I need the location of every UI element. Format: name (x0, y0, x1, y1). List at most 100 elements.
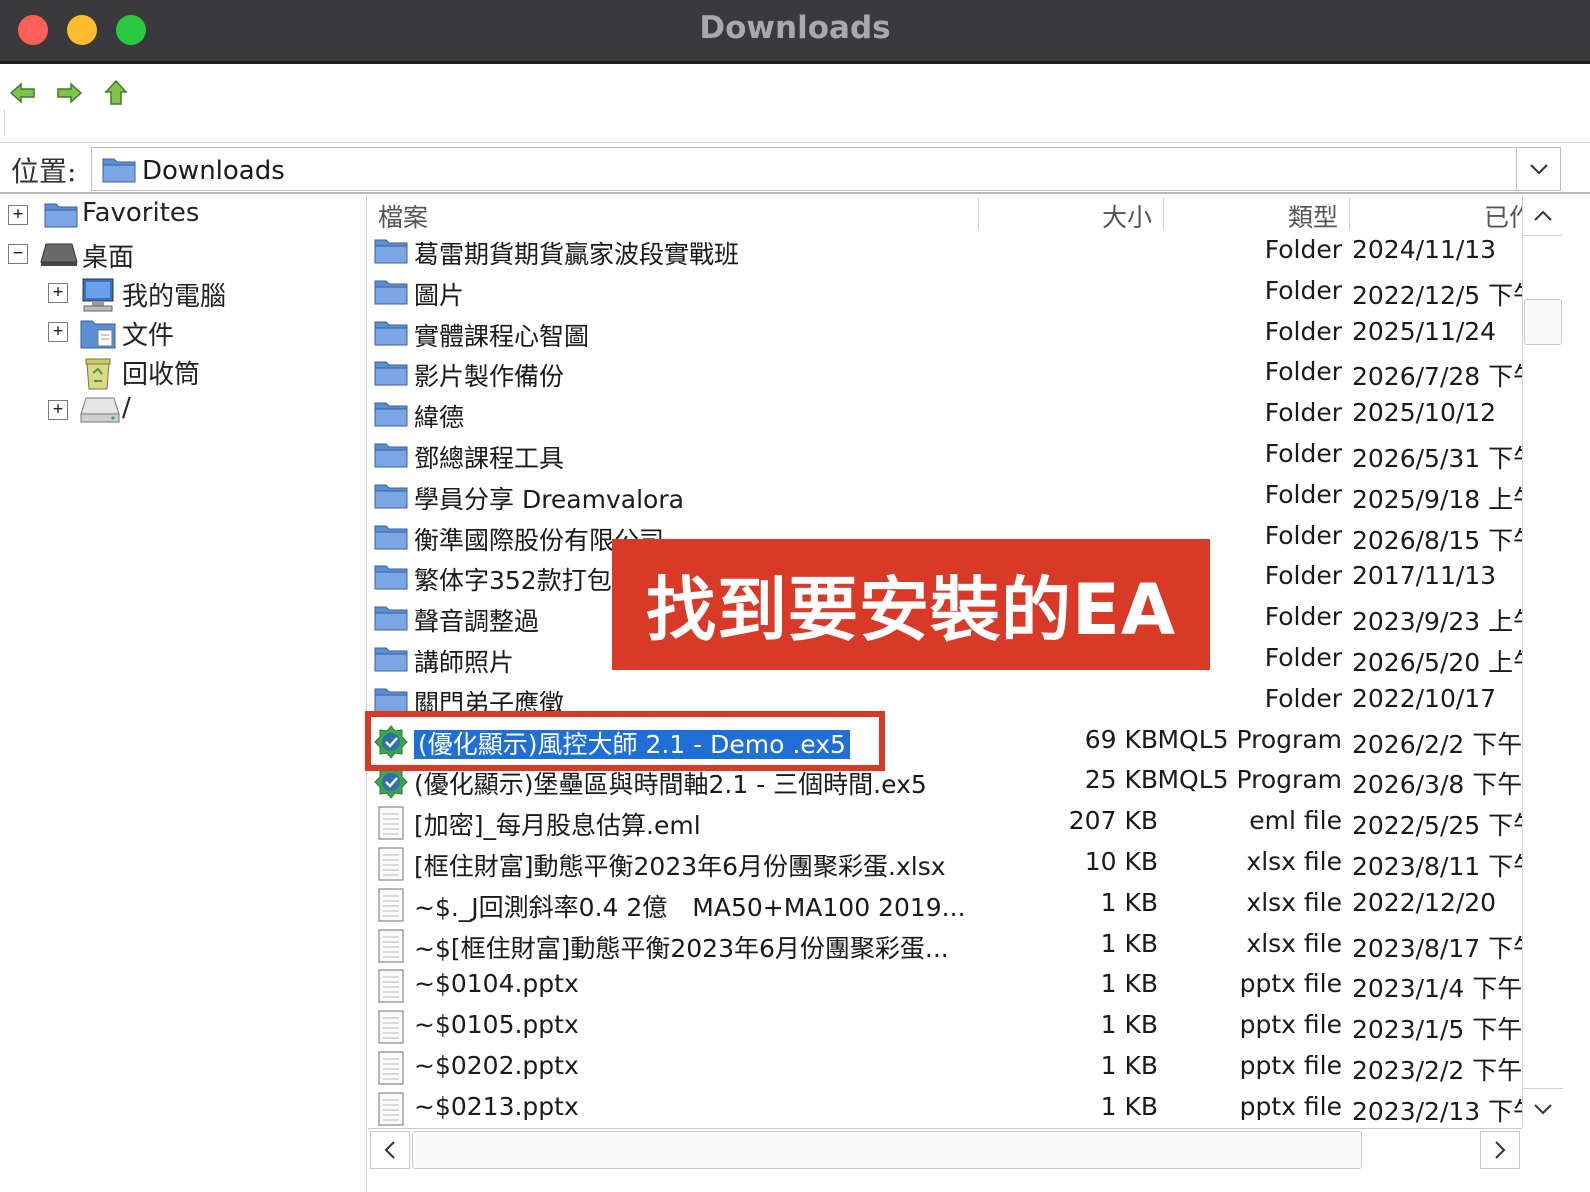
file-type: Folder (1264, 561, 1342, 591)
location-dropdown-button[interactable] (1516, 148, 1560, 190)
collapse-toggle[interactable]: − (8, 244, 28, 264)
tree-item-my-computer[interactable]: + 我的電腦 (0, 276, 367, 312)
horizontal-scroll-thumb[interactable] (412, 1131, 1362, 1169)
column-header-type[interactable]: 類型 (1288, 196, 1338, 232)
scroll-left-button[interactable] (370, 1131, 410, 1169)
toolbar (0, 66, 1590, 140)
chevron-down-icon (1534, 1103, 1552, 1114)
file-row[interactable]: 圖片 Folder 2022/12/5 下午 (368, 273, 1560, 314)
forward-button[interactable] (52, 76, 86, 110)
file-row[interactable]: ~$0202.pptx 1 KB pptx file 2023/2/2 下午 (368, 1048, 1560, 1089)
file-row[interactable]: [加密]_每月股息估算.eml 207 KB eml file 2022/5/25 下… (368, 803, 1560, 844)
file-type: eml file (1249, 806, 1342, 836)
chevron-down-icon (1529, 164, 1548, 175)
column-separator[interactable] (1349, 198, 1350, 230)
scroll-right-button[interactable] (1480, 1131, 1520, 1169)
file-row[interactable]: ~$0213.pptx 1 KB pptx file 2023/2/13 下午 (368, 1089, 1560, 1128)
annotation-banner: 找到要安裝的EA (612, 539, 1210, 670)
file-row[interactable]: 學員分享 Dreamvalora Folder 2025/9/18 上午 (368, 477, 1560, 518)
file-type: Folder (1264, 235, 1342, 264)
location-combobox[interactable]: Downloads (91, 147, 1561, 191)
file-row[interactable]: ~$0105.pptx 1 KB pptx file 2023/1/5 下午 (368, 1007, 1560, 1048)
folder-icon (374, 361, 408, 386)
tree-item-root[interactable]: + / (0, 393, 367, 429)
tree-item-label: Favorites (82, 198, 200, 228)
location-bar: 位置: Downloads (0, 142, 1590, 194)
scroll-up-button[interactable] (1523, 196, 1563, 236)
document-icon (378, 1051, 404, 1085)
file-name: 講師照片 (414, 643, 514, 679)
arrow-left-icon (9, 82, 35, 104)
file-row[interactable]: 影片製作備份 Folder 2026/7/28 下午 (368, 354, 1560, 395)
file-date: 2025/9/18 上午 (1352, 484, 1539, 514)
up-button[interactable] (99, 76, 133, 110)
expand-toggle[interactable]: + (8, 205, 28, 225)
file-icon-cell (374, 1092, 408, 1126)
tree-item-favorites[interactable]: + Favorites (0, 198, 367, 234)
file-name-text: ~$[框住財富]動態平衡2023年6月份團聚彩蛋... (414, 933, 949, 963)
document-icon (378, 928, 404, 963)
folder-icon (374, 606, 408, 631)
file-name-text: ~$0213.pptx (414, 1091, 579, 1121)
tree-item-desktop[interactable]: − 桌面 (0, 237, 367, 273)
vertical-scroll-thumb[interactable] (1524, 299, 1562, 345)
column-separator[interactable] (1163, 198, 1164, 230)
folder-icon (374, 239, 408, 264)
vertical-scrollbar[interactable] (1522, 196, 1563, 1128)
file-date: 2026/5/20 上午 (1352, 648, 1539, 677)
horizontal-scrollbar[interactable] (368, 1128, 1522, 1172)
file-row[interactable]: 實體課程心智圖 Folder 2025/11/24 (368, 314, 1560, 355)
file-row[interactable]: ~$0104.pptx 1 KB pptx file 2023/1/4 下午 (368, 966, 1560, 1007)
file-icon-cell (374, 1010, 408, 1044)
file-type: Folder (1264, 520, 1342, 550)
file-row[interactable]: 鄧總課程工具 Folder 2026/5/31 下午 (368, 436, 1560, 477)
file-name-text: ~$0202.pptx (414, 1051, 579, 1080)
file-name: ~$0105.pptx (414, 1010, 579, 1039)
file-row[interactable]: ~$[框住財富]動態平衡2023年6月份團聚彩蛋... 1 KB xlsx file… (368, 926, 1560, 967)
file-name: 鄧總課程工具 (414, 439, 564, 475)
column-header-name[interactable]: 檔案 (378, 196, 428, 232)
folder-icon (374, 525, 408, 550)
file-name: 聲音調整過 (414, 602, 539, 638)
file-type: pptx file (1239, 969, 1342, 999)
file-date: 2026/7/28 下午 (1352, 362, 1539, 392)
folder-icon (374, 402, 408, 427)
file-size: 25 KB (1084, 765, 1158, 795)
column-header-size[interactable]: 大小 (1102, 196, 1152, 232)
file-type: Folder (1264, 398, 1342, 428)
file-type: pptx file (1239, 1010, 1342, 1040)
file-size: 10 KB (1084, 847, 1158, 876)
expand-toggle[interactable]: + (48, 400, 68, 420)
scroll-down-button[interactable] (1523, 1088, 1563, 1128)
file-name: 影片製作備份 (414, 357, 564, 393)
file-row[interactable]: ~$._J回測斜率0.4 2億 MA50+MA100 2019... 1 KB xl… (368, 885, 1560, 926)
file-date: 2026/8/15 下午 (1352, 525, 1539, 555)
file-name-text: 鄧總課程工具 (414, 444, 565, 473)
folder-icon (102, 158, 136, 183)
file-icon-cell (374, 357, 408, 391)
file-name: ~$0202.pptx (414, 1051, 579, 1080)
folder-tree: + Favorites − 桌面 + 我的電腦 + 文件 回收筒 + / (0, 196, 367, 1192)
file-row[interactable]: [框住財富]動態平衡2023年6月份團聚彩蛋.xlsx 10 KB xlsx fil… (368, 844, 1560, 885)
file-type: xlsx file (1246, 887, 1342, 917)
file-type: Folder (1264, 479, 1342, 509)
file-size: 1 KB (1100, 969, 1158, 999)
folder-icon (374, 647, 408, 672)
tree-item-recycle-bin[interactable]: 回收筒 (0, 354, 367, 390)
file-date: 2026/2/2 下午 (1352, 729, 1523, 759)
file-type: Folder (1264, 357, 1342, 387)
tree-item-documents[interactable]: + 文件 (0, 315, 367, 351)
file-name: 圖片 (414, 276, 464, 312)
file-name-text: ~$0104.pptx (414, 969, 579, 999)
chevron-left-icon (384, 1141, 395, 1159)
column-separator[interactable] (978, 198, 979, 230)
computer-icon (82, 278, 114, 312)
file-size: 1 KB (1100, 1010, 1158, 1040)
file-row[interactable]: 葛雷期貨期貨贏家波段實戰班 Folder 2024/11/13 (368, 232, 1560, 273)
file-date: 2025/10/12 (1352, 398, 1497, 428)
file-size: 1 KB (1100, 928, 1158, 958)
back-button[interactable] (6, 76, 40, 110)
file-row[interactable]: 緯德 Folder 2025/10/12 (368, 395, 1560, 436)
expand-toggle[interactable]: + (48, 283, 68, 303)
expand-toggle[interactable]: + (48, 322, 68, 342)
